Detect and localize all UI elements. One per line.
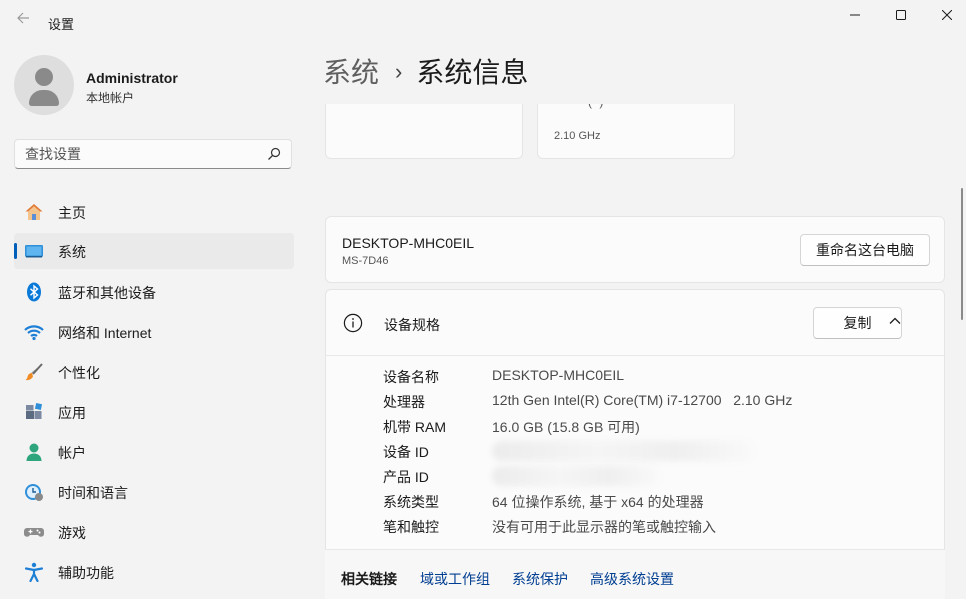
avatar[interactable] [14,55,74,115]
rename-pc-button[interactable]: 重命名这台电脑 [800,234,930,266]
link-advanced-system-settings[interactable]: 高级系统设置 [590,569,674,589]
info-icon [343,313,363,333]
apps-icon [26,402,43,419]
summary-card-processor: ( ) 2.10 GHz [537,104,735,159]
maximize-icon [896,10,906,20]
redacted-value [492,466,660,486]
accessibility-icon [24,562,44,582]
sidebar-item-bluetooth[interactable]: 蓝牙和其他设备 [14,274,294,310]
spec-label: 笔和触控 [383,519,439,535]
spec-label: 产品 ID [383,469,429,485]
sidebar-item-personalization[interactable]: 个性化 [14,354,294,390]
spec-row-pen-touch: 笔和触控 没有可用于此显示器的笔或触控输入 [383,517,943,537]
divider [325,355,945,356]
home-icon [25,204,43,220]
sidebar-item-label: 帐户 [58,445,86,461]
sidebar-item-home[interactable]: 主页 [14,194,294,230]
account-type: 本地帐户 [86,91,135,105]
search-box[interactable] [14,139,292,169]
user-name: Administrator [86,70,178,86]
pc-name-card: DESKTOP-MHC0EIL MS-7D46 重命名这台电脑 [325,216,945,283]
spec-label: 处理器 [383,394,425,410]
sidebar-item-label: 网络和 Internet [58,325,152,341]
spec-row-device-name: 设备名称 DESKTOP-MHC0EIL [383,367,943,387]
spec-label: 设备 ID [383,444,429,460]
sidebar-item-label: 时间和语言 [58,485,128,501]
sidebar-item-label: 蓝牙和其他设备 [58,285,156,301]
wifi-icon [24,325,44,341]
spec-value[interactable]: DESKTOP-MHC0EIL [492,367,624,383]
maximize-button[interactable] [878,0,924,30]
sidebar-item-apps[interactable]: 应用 [14,394,294,430]
spec-value[interactable]: 12th Gen Intel(R) Core(TM) i7-12700 2.10… [492,392,792,408]
avatar-head-shape [35,68,53,86]
search-icon[interactable] [267,147,281,161]
sidebar-item-time-language[interactable]: 时间和语言 [14,474,294,510]
arrow-left-icon [17,12,29,24]
link-domain-workgroup[interactable]: 域或工作组 [420,569,490,589]
sidebar-item-label: 游戏 [58,525,86,541]
system-monitor-icon [25,245,43,258]
brush-icon [25,363,43,381]
sidebar-item-label: 系统 [58,244,86,260]
related-links-label: 相关链接 [341,571,397,587]
breadcrumb-separator: › [395,59,403,84]
minimize-button[interactable] [832,0,878,30]
pc-name: DESKTOP-MHC0EIL [342,235,474,251]
sidebar-item-label: 辅助功能 [58,565,114,581]
window-title: 设置 [48,17,75,32]
spec-row-system-type: 系统类型 64 位操作系统, 基于 x64 的处理器 [383,492,943,512]
sidebar-item-label: 个性化 [58,365,100,381]
close-button[interactable] [924,0,966,30]
sidebar-item-system[interactable]: 系统 [14,233,294,269]
page-title: 系统信息 [416,57,529,88]
sidebar-item-gaming[interactable]: 游戏 [14,514,294,550]
sidebar-item-accounts[interactable]: 帐户 [14,434,294,470]
search-input[interactable] [25,146,255,162]
link-system-protection[interactable]: 系统保护 [512,569,568,589]
processor-frequency: 2.10 GHz [554,130,601,142]
person-icon [26,443,42,461]
sidebar-item-network[interactable]: 网络和 Internet [14,314,294,350]
spec-label: 机带 RAM [383,419,446,435]
bluetooth-icon [27,282,41,302]
gamepad-icon [24,528,44,537]
spec-row-product-id: 产品 ID [383,466,943,487]
spec-value[interactable]: 没有可用于此显示器的笔或触控输入 [492,517,716,537]
spec-row-processor: 处理器 12th Gen Intel(R) Core(TM) i7-12700 … [383,392,943,412]
spec-label: 设备名称 [383,369,439,385]
summary-card-left [325,104,523,159]
chevron-up-icon[interactable] [888,314,902,328]
spec-value[interactable]: 16.0 GB (15.8 GB 可用) [492,417,640,437]
active-indicator [14,243,17,259]
title-bar: 设置 [0,0,966,44]
sidebar-item-label: 应用 [58,405,86,421]
sidebar-item-label: 主页 [58,205,86,221]
spec-label: 系统类型 [383,494,439,510]
breadcrumb-parent[interactable]: 系统 [323,57,379,88]
sidebar-item-accessibility[interactable]: 辅助功能 [14,554,294,590]
related-links-bar: 相关链接 域或工作组 系统保护 高级系统设置 [325,549,945,599]
scrollbar-thumb[interactable] [961,188,963,320]
close-icon [942,10,952,20]
spec-value[interactable]: 64 位操作系统, 基于 x64 的处理器 [492,492,704,512]
spec-row-ram: 机带 RAM 16.0 GB (15.8 GB 可用) [383,417,943,437]
minimize-icon [850,14,860,16]
device-specs-title: 设备规格 [384,317,440,333]
avatar-body-shape [29,90,59,106]
pc-model: MS-7D46 [342,255,389,267]
redacted-value [492,441,754,461]
back-button[interactable] [12,10,34,32]
globe-clock-icon [25,484,43,501]
spec-row-device-id: 设备 ID [383,441,943,462]
clipped-text: ( ) [588,104,605,109]
breadcrumb: 系统 › 系统信息 [323,54,528,94]
